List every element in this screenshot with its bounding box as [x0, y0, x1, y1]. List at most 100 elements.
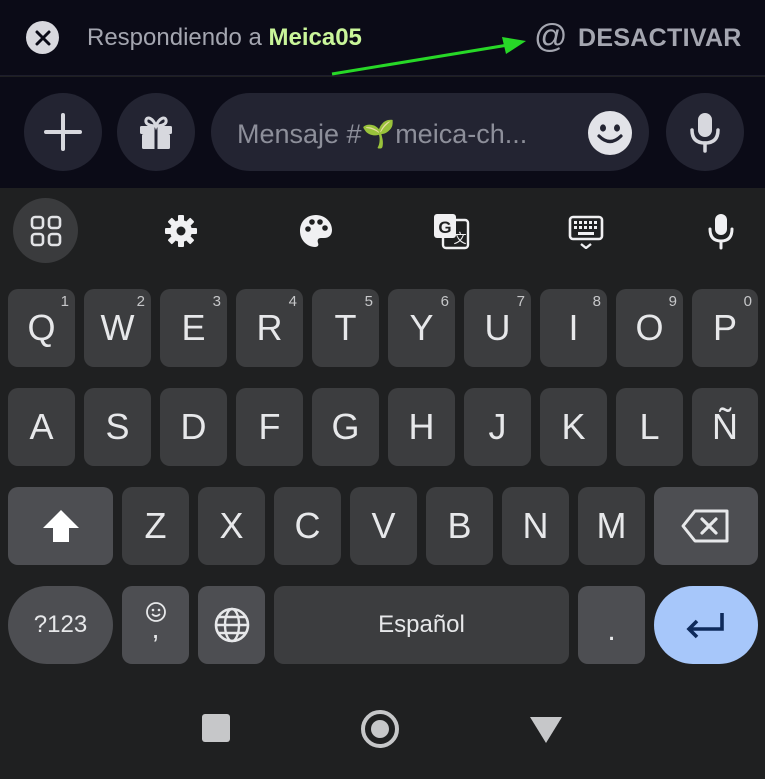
- key-label: T: [334, 307, 357, 348]
- shift-key[interactable]: [8, 487, 113, 565]
- symbols-key[interactable]: ?123: [8, 586, 113, 664]
- enter-icon: [686, 613, 724, 639]
- apps-grid-icon: [30, 215, 61, 246]
- key-label: A: [29, 406, 54, 447]
- key-n-tilde[interactable]: Ñ: [692, 388, 758, 466]
- key-hint: 4: [288, 293, 297, 310]
- reply-label: Respondiendo a Meica05: [87, 24, 362, 52]
- keyboard-settings-button[interactable]: [158, 208, 204, 254]
- palette-icon: [300, 215, 332, 247]
- key-label: P: [712, 307, 737, 348]
- key-label: Z: [144, 505, 167, 546]
- key-label: R: [256, 307, 283, 348]
- key-u[interactable]: U7: [464, 289, 531, 367]
- key-x[interactable]: X: [198, 487, 265, 565]
- emoji-button[interactable]: [586, 109, 634, 162]
- key-i[interactable]: I8: [540, 289, 607, 367]
- recents-button[interactable]: [196, 708, 236, 748]
- key-label: J: [488, 406, 507, 447]
- key-label: .: [607, 614, 616, 647]
- key-r[interactable]: R4: [236, 289, 303, 367]
- key-w[interactable]: W2: [84, 289, 151, 367]
- key-label: B: [447, 505, 472, 546]
- key-t[interactable]: T5: [312, 289, 379, 367]
- backspace-key[interactable]: [654, 487, 758, 565]
- key-hint: 0: [743, 293, 752, 310]
- gear-icon: [165, 215, 197, 247]
- key-s[interactable]: S: [84, 388, 151, 466]
- key-m[interactable]: M: [578, 487, 645, 565]
- key-o[interactable]: O9: [616, 289, 683, 367]
- key-hint: 2: [136, 293, 145, 310]
- key-j[interactable]: J: [464, 388, 531, 466]
- key-e[interactable]: E3: [160, 289, 227, 367]
- key-label: C: [294, 505, 321, 546]
- microphone-icon: [708, 214, 734, 250]
- mention-toggle-icon[interactable]: @: [534, 16, 568, 56]
- key-z[interactable]: Z: [122, 487, 189, 565]
- keyboard-icon: [568, 215, 604, 249]
- key-d[interactable]: D: [160, 388, 227, 466]
- key-label: I: [568, 307, 579, 348]
- key-h[interactable]: H: [388, 388, 455, 466]
- key-hint: 7: [516, 293, 525, 310]
- voice-message-button[interactable]: [666, 93, 744, 171]
- key-v[interactable]: V: [350, 487, 417, 565]
- close-icon: [35, 30, 50, 45]
- key-g[interactable]: G: [312, 388, 379, 466]
- key-n[interactable]: N: [502, 487, 569, 565]
- microphone-icon: [690, 113, 720, 153]
- gift-icon: [140, 116, 172, 149]
- key-hint: 5: [364, 293, 373, 310]
- keyboard-mode-button[interactable]: [563, 208, 609, 254]
- key-y[interactable]: Y6: [388, 289, 455, 367]
- enter-key[interactable]: [654, 586, 758, 664]
- key-label: N: [522, 505, 549, 546]
- comma-emoji-key[interactable]: ,: [122, 586, 189, 664]
- back-button[interactable]: [526, 712, 566, 748]
- message-placeholder: Mensaje #🌱meica-ch...: [237, 119, 528, 149]
- key-a[interactable]: A: [8, 388, 75, 466]
- deactivate-mention-button[interactable]: DESACTIVAR: [578, 24, 742, 53]
- space-key[interactable]: Español: [274, 586, 569, 664]
- keyboard-theme-button[interactable]: [293, 208, 339, 254]
- key-c[interactable]: C: [274, 487, 341, 565]
- period-key[interactable]: .: [578, 586, 645, 664]
- key-label: X: [219, 505, 244, 546]
- message-input[interactable]: Mensaje #🌱meica-ch...: [211, 93, 649, 171]
- language-key[interactable]: [198, 586, 265, 664]
- attach-button[interactable]: [24, 93, 102, 171]
- key-f[interactable]: F: [236, 388, 303, 466]
- key-hint: 9: [668, 293, 677, 310]
- key-label: S: [105, 406, 130, 447]
- svg-text:G: G: [438, 218, 451, 237]
- backspace-icon: [681, 509, 729, 543]
- key-q[interactable]: Q1: [8, 289, 75, 367]
- key-hint: 1: [60, 293, 69, 310]
- home-button[interactable]: [356, 705, 404, 753]
- key-label: M: [596, 505, 627, 546]
- smiley-icon: [588, 111, 632, 155]
- reply-bar: Respondiendo a Meica05 @ DESACTIVAR: [0, 0, 765, 76]
- key-label: Ñ: [712, 406, 738, 447]
- key-b[interactable]: B: [426, 487, 493, 565]
- system-navigation-bar: [0, 688, 765, 779]
- key-label: Español: [378, 611, 465, 638]
- key-label: E: [181, 307, 206, 348]
- key-label: Y: [409, 307, 434, 348]
- keyboard-translate-button[interactable]: G 文: [428, 208, 474, 254]
- keyboard-voice-button[interactable]: [698, 208, 744, 254]
- close-reply-button[interactable]: [26, 21, 59, 54]
- arrow-annotation: [331, 37, 526, 76]
- key-label: V: [371, 505, 396, 546]
- key-p[interactable]: P0: [692, 289, 758, 367]
- gift-button[interactable]: [117, 93, 195, 171]
- keyboard-apps-button[interactable]: [13, 198, 78, 263]
- key-l[interactable]: L: [616, 388, 683, 466]
- key-label: K: [561, 406, 586, 447]
- key-label: F: [258, 406, 281, 447]
- shift-icon: [42, 510, 79, 542]
- key-hint: 3: [212, 293, 221, 310]
- globe-icon: [214, 607, 249, 643]
- key-k[interactable]: K: [540, 388, 607, 466]
